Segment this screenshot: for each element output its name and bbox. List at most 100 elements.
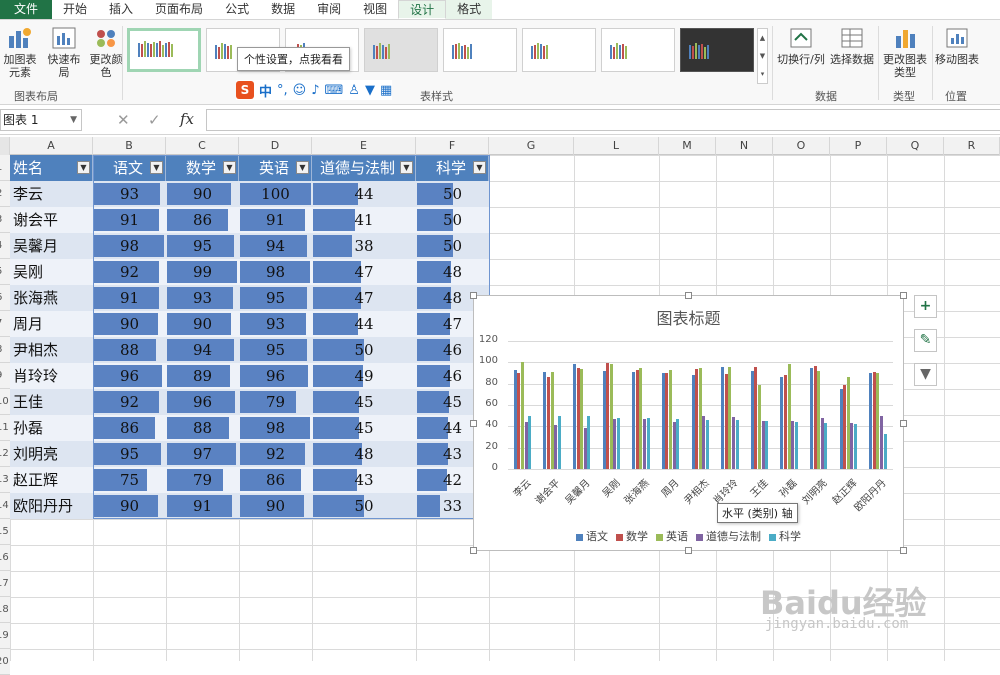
switch-row-column-button[interactable]: 切换行/列 <box>777 26 825 66</box>
chart-bar[interactable] <box>705 419 709 469</box>
column-header[interactable]: G <box>489 137 574 155</box>
row-header[interactable]: 7 <box>0 311 10 337</box>
insert-function-button[interactable]: fx <box>180 110 194 128</box>
chart-style-6[interactable] <box>522 28 596 72</box>
styles-scroll[interactable]: ▲ ▼ ▾ <box>757 28 768 84</box>
chart-bar[interactable] <box>702 415 706 469</box>
chart-bar[interactable] <box>632 371 636 469</box>
chart-style-4[interactable] <box>364 28 438 72</box>
column-header[interactable]: L <box>574 137 659 155</box>
chart-bar[interactable] <box>728 366 732 469</box>
row-header[interactable]: 19 <box>0 623 10 649</box>
chevron-down-icon[interactable]: ▼ <box>70 110 77 130</box>
chart-bar[interactable] <box>606 363 610 469</box>
legend-item[interactable]: 科学 <box>769 528 801 544</box>
name-cell[interactable]: 刘明亮 <box>10 441 93 467</box>
microphone-icon[interactable]: ♪ <box>311 83 319 98</box>
name-cell[interactable]: 周月 <box>10 311 93 337</box>
chart-bar[interactable] <box>750 370 754 469</box>
column-header[interactable]: R <box>944 137 1000 155</box>
chart-title[interactable]: 图表标题 <box>474 305 903 329</box>
skin-icon[interactable]: ▼ <box>365 83 375 98</box>
chart-bar[interactable] <box>554 425 558 469</box>
select-data-button[interactable]: 选择数据 <box>828 26 876 66</box>
name-cell[interactable]: 谢会平 <box>10 207 93 233</box>
chart-bar[interactable] <box>521 362 524 469</box>
name-cell[interactable]: 吴馨月 <box>10 233 93 259</box>
row-header[interactable]: 3 <box>0 207 10 233</box>
tab-design[interactable]: 设计 <box>398 0 447 19</box>
chart-bar[interactable] <box>639 367 643 469</box>
legend-item[interactable]: 英语 <box>656 528 688 544</box>
chart-bar[interactable] <box>813 365 817 469</box>
name-cell[interactable]: 王佳 <box>10 389 93 415</box>
chart-bar[interactable] <box>780 377 784 469</box>
name-cell[interactable]: 欧阳丹丹 <box>10 493 93 519</box>
chart-style-7[interactable] <box>601 28 675 72</box>
row-header[interactable]: 16 <box>0 545 10 571</box>
chart-bar[interactable] <box>528 415 532 469</box>
quick-layout-button[interactable]: 快速布局 <box>44 26 84 79</box>
row-header[interactable]: 10 <box>0 389 10 415</box>
column-header[interactable]: D <box>239 137 312 155</box>
emoji-icon[interactable]: ☺ <box>293 83 307 98</box>
column-header[interactable]: A <box>10 137 93 155</box>
column-header[interactable]: Q <box>887 137 944 155</box>
row-header[interactable]: 8 <box>0 337 10 363</box>
column-header[interactable]: B <box>93 137 166 155</box>
tab-formulas[interactable]: 公式 <box>214 0 260 19</box>
chart-bar[interactable] <box>809 367 813 469</box>
legend-item[interactable]: 语文 <box>576 528 608 544</box>
row-header[interactable]: 4 <box>0 233 10 259</box>
tab-review[interactable]: 审阅 <box>306 0 352 19</box>
row-header[interactable]: 12 <box>0 441 10 467</box>
chart-bar[interactable] <box>724 374 728 469</box>
chart-bar[interactable] <box>839 389 843 469</box>
change-chart-type-button[interactable]: 更改图表类型 <box>883 26 927 79</box>
chart-bar[interactable] <box>883 433 887 469</box>
chart-bar[interactable] <box>731 416 735 469</box>
change-colors-button[interactable]: 更改颜色 <box>88 26 124 79</box>
column-header[interactable]: P <box>830 137 887 155</box>
resize-handle[interactable] <box>900 547 907 554</box>
name-cell[interactable]: 尹相杰 <box>10 337 93 363</box>
chart-bar[interactable] <box>573 364 577 469</box>
chart-bar[interactable] <box>524 422 528 469</box>
formula-input[interactable] <box>206 109 1000 131</box>
chart-bar[interactable] <box>672 422 676 469</box>
name-cell[interactable]: 肖玲玲 <box>10 363 93 389</box>
chart-style-1[interactable] <box>127 28 201 72</box>
chart-bar[interactable] <box>669 369 673 469</box>
column-header[interactable]: N <box>716 137 773 155</box>
chart-bar[interactable] <box>721 366 725 469</box>
chart-bar[interactable] <box>761 421 765 469</box>
add-chart-element-button[interactable]: 加图表元素 <box>0 26 40 79</box>
tab-data[interactable]: 数据 <box>260 0 306 19</box>
tab-format[interactable]: 格式 <box>446 0 493 19</box>
move-chart-button[interactable]: 移动图表 <box>934 26 980 66</box>
chart-bar[interactable] <box>547 377 551 469</box>
resize-handle[interactable] <box>685 547 692 554</box>
chart-bar[interactable] <box>735 419 739 469</box>
chart-bar[interactable] <box>791 421 795 469</box>
chart-styles-button[interactable]: ✎ <box>914 329 937 352</box>
chart-bar[interactable] <box>850 423 854 469</box>
chart-bar[interactable] <box>876 373 880 469</box>
punctuation-icon[interactable]: °, <box>277 83 288 98</box>
chart-bar[interactable] <box>517 373 521 469</box>
column-header[interactable]: M <box>659 137 716 155</box>
chart-bar[interactable] <box>646 417 650 469</box>
chart-bar[interactable] <box>869 373 873 469</box>
tab-view[interactable]: 视图 <box>352 0 398 19</box>
row-header[interactable]: 20 <box>0 649 10 675</box>
chart-bar[interactable] <box>676 418 680 469</box>
chart-bar[interactable] <box>853 424 857 469</box>
row-header[interactable]: 2 <box>0 181 10 207</box>
resize-handle[interactable] <box>900 420 907 427</box>
chart-bar[interactable] <box>879 415 883 469</box>
chart-bar[interactable] <box>787 364 791 469</box>
chart-bar[interactable] <box>587 415 591 469</box>
chart-bar[interactable] <box>824 423 828 469</box>
resize-handle[interactable] <box>900 292 907 299</box>
resize-handle[interactable] <box>470 292 477 299</box>
